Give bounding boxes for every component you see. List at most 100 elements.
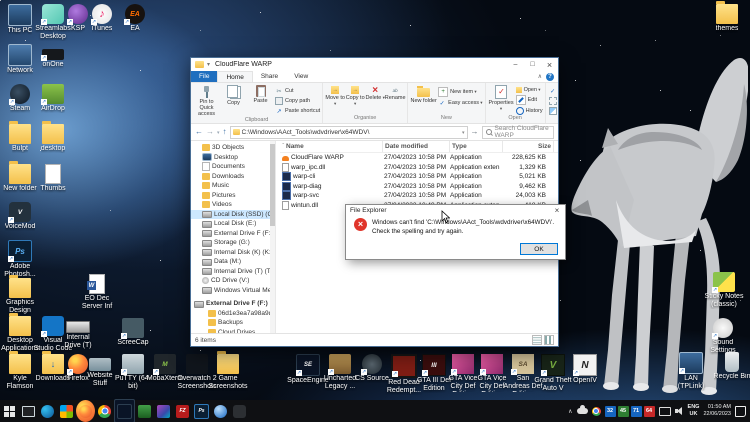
nav-item[interactable]: Downloads: [191, 172, 275, 182]
desktop-icon[interactable]: EA EA: [115, 4, 155, 33]
desktop-icon[interactable]: Ps Adobe Photosh...: [0, 240, 40, 279]
desktop-icon[interactable]: V VoiceMod: [0, 202, 40, 231]
desktop-icon[interactable]: Game Screenshots: [208, 354, 248, 391]
easy-access-button[interactable]: Easy access: [438, 99, 482, 107]
tray-expand-icon[interactable]: [568, 408, 572, 415]
volume-icon[interactable]: [675, 407, 684, 415]
column-header-date-modified[interactable]: Date modified: [383, 141, 450, 152]
desktop-icon[interactable]: desktop: [33, 124, 73, 153]
discord-icon[interactable]: [230, 400, 249, 422]
paste-button[interactable]: Paste: [247, 84, 274, 104]
copy-path-button[interactable]: Copy path: [275, 97, 320, 105]
nav-item[interactable]: Local Disk (SSD) (C:): [191, 210, 275, 220]
tab-home[interactable]: Home: [217, 71, 252, 82]
cut-button[interactable]: Cut: [275, 87, 320, 95]
nav-item[interactable]: Storage (G:): [191, 238, 275, 248]
desktop-icon[interactable]: themes: [707, 4, 747, 33]
column-header-name[interactable]: Name: [280, 141, 383, 152]
nav-item[interactable]: Backups: [191, 318, 275, 328]
new-item-button[interactable]: New item: [438, 87, 482, 97]
scrollbar-thumb[interactable]: [270, 144, 275, 226]
warp_ipc.dll[interactable]: warp_ipc.dll 27/04/2023 10:58 PM Applica…: [280, 163, 558, 173]
tab-file[interactable]: File: [191, 71, 217, 82]
nav-item[interactable]: Local Disk (E:): [191, 219, 275, 229]
taskview-icon[interactable]: [19, 400, 38, 422]
language-indicator[interactable]: ENG UK: [688, 404, 700, 417]
nav-item[interactable]: Documents: [191, 162, 275, 172]
hw-monitor-badge[interactable]: 45: [618, 406, 629, 417]
chrome-tray-icon[interactable]: [592, 407, 601, 416]
nav-item[interactable]: 06d1e3ea7a98a9d86c8652fe: [191, 309, 275, 319]
help-icon[interactable]: ?: [546, 73, 554, 81]
nav-item[interactable]: External Drive F (F:): [191, 229, 275, 239]
desktop-icon[interactable]: AirDrop: [33, 84, 73, 113]
desktop-icon[interactable]: W EO Dec Server Inf: [77, 274, 117, 311]
quick-access-toolbar[interactable]: ▾: [207, 61, 210, 68]
minimize-button[interactable]: [507, 58, 524, 71]
details-view-button[interactable]: [532, 335, 542, 345]
move-to-button[interactable]: Move to: [325, 84, 345, 107]
delete-button[interactable]: Delete: [365, 84, 385, 101]
spaceengine-icon[interactable]: [114, 399, 135, 422]
desktop-icon[interactable]: ScreeCap: [113, 318, 153, 347]
nav-item[interactable]: Pictures: [191, 191, 275, 201]
nav-item[interactable]: External Drive F (F:): [191, 299, 275, 309]
start-icon[interactable]: [0, 400, 19, 422]
open-button[interactable]: Open: [516, 87, 543, 93]
column-header-size[interactable]: Size: [503, 141, 554, 152]
greenapp-icon[interactable]: [135, 400, 154, 422]
tab-view[interactable]: View: [286, 71, 316, 82]
CloudFlare WARP[interactable]: CloudFlare WARP 27/04/2023 10:58 PM Appl…: [280, 153, 558, 163]
warp-svc[interactable]: warp-svc 27/04/2023 10:58 PM Application…: [280, 191, 558, 201]
go-button[interactable]: [471, 128, 479, 136]
address-dropdown-icon[interactable]: [462, 129, 465, 136]
search-input[interactable]: Search CloudFlare WARP: [482, 126, 554, 139]
nav-item[interactable]: Music: [191, 181, 275, 191]
select-none-button[interactable]: Select none: [549, 97, 558, 105]
hw-monitor-badge[interactable]: 32: [605, 406, 616, 417]
store-icon[interactable]: [57, 400, 76, 422]
hw-monitor-badge[interactable]: 64: [644, 406, 655, 417]
nav-item[interactable]: 3D Objects: [191, 143, 275, 153]
column-header-type[interactable]: Type: [450, 141, 503, 152]
pin-to-quick-access-button[interactable]: Pin to Quick access: [193, 84, 220, 117]
close-button[interactable]: [541, 58, 558, 71]
warp-cli[interactable]: warp-cli 27/04/2023 10:58 PM Application…: [280, 172, 558, 182]
new-folder-button[interactable]: New folder: [410, 84, 437, 104]
close-icon[interactable]: [549, 206, 565, 215]
copy-button[interactable]: Copy: [220, 84, 247, 106]
nav-item[interactable]: Desktop: [191, 153, 275, 163]
copy-to-button[interactable]: Copy to: [345, 84, 365, 107]
ok-button[interactable]: OK: [520, 243, 558, 255]
desktop-icon[interactable]: onOne: [33, 44, 73, 69]
nav-item[interactable]: Videos: [191, 200, 275, 210]
nav-item[interactable]: Internal Disk (K) (K:): [191, 248, 275, 258]
properties-button[interactable]: Properties: [488, 84, 515, 112]
warp-diag[interactable]: warp-diag 27/04/2023 10:58 PM Applicatio…: [280, 182, 558, 192]
nav-item[interactable]: Data (M:): [191, 257, 275, 267]
desktop-icon[interactable]: Graphics Design: [0, 278, 40, 315]
tab-share[interactable]: Share: [253, 71, 286, 82]
hw-monitor-badge[interactable]: 71: [631, 406, 642, 417]
up-button[interactable]: [223, 128, 227, 136]
firefox-icon[interactable]: [76, 400, 95, 422]
nav-item[interactable]: Windows Virtual Memory (): [191, 286, 275, 296]
action-center-icon[interactable]: [735, 406, 746, 417]
nav-scrollbar[interactable]: [270, 141, 275, 333]
rename-button[interactable]: Rename: [385, 84, 405, 101]
desktop-icon[interactable]: Internal Drive (T): [58, 316, 98, 350]
nav-item[interactable]: Internal Drive (T) (T:): [191, 267, 275, 277]
pstb-icon[interactable]: Ps: [192, 400, 211, 422]
desktop-icon[interactable]: Thumbs: [33, 164, 73, 193]
recent-locations-icon[interactable]: [217, 128, 220, 136]
edge-icon[interactable]: [38, 400, 57, 422]
nav-item[interactable]: Cloud Drives: [191, 328, 275, 334]
desktop-icon[interactable]: N OpenIV: [565, 354, 605, 385]
maximize-button[interactable]: [524, 58, 541, 71]
collapse-ribbon-icon[interactable]: [538, 73, 542, 80]
onedrive-icon[interactable]: [577, 408, 588, 414]
desktop-icon[interactable]: LAN (TPLink): [671, 352, 711, 391]
filezilla-icon[interactable]: FZ: [173, 400, 192, 422]
sphere-icon[interactable]: [211, 400, 230, 422]
address-bar[interactable]: C:\Windows\AAct_Tools\wdvdriver\x64WDV\: [230, 126, 468, 139]
